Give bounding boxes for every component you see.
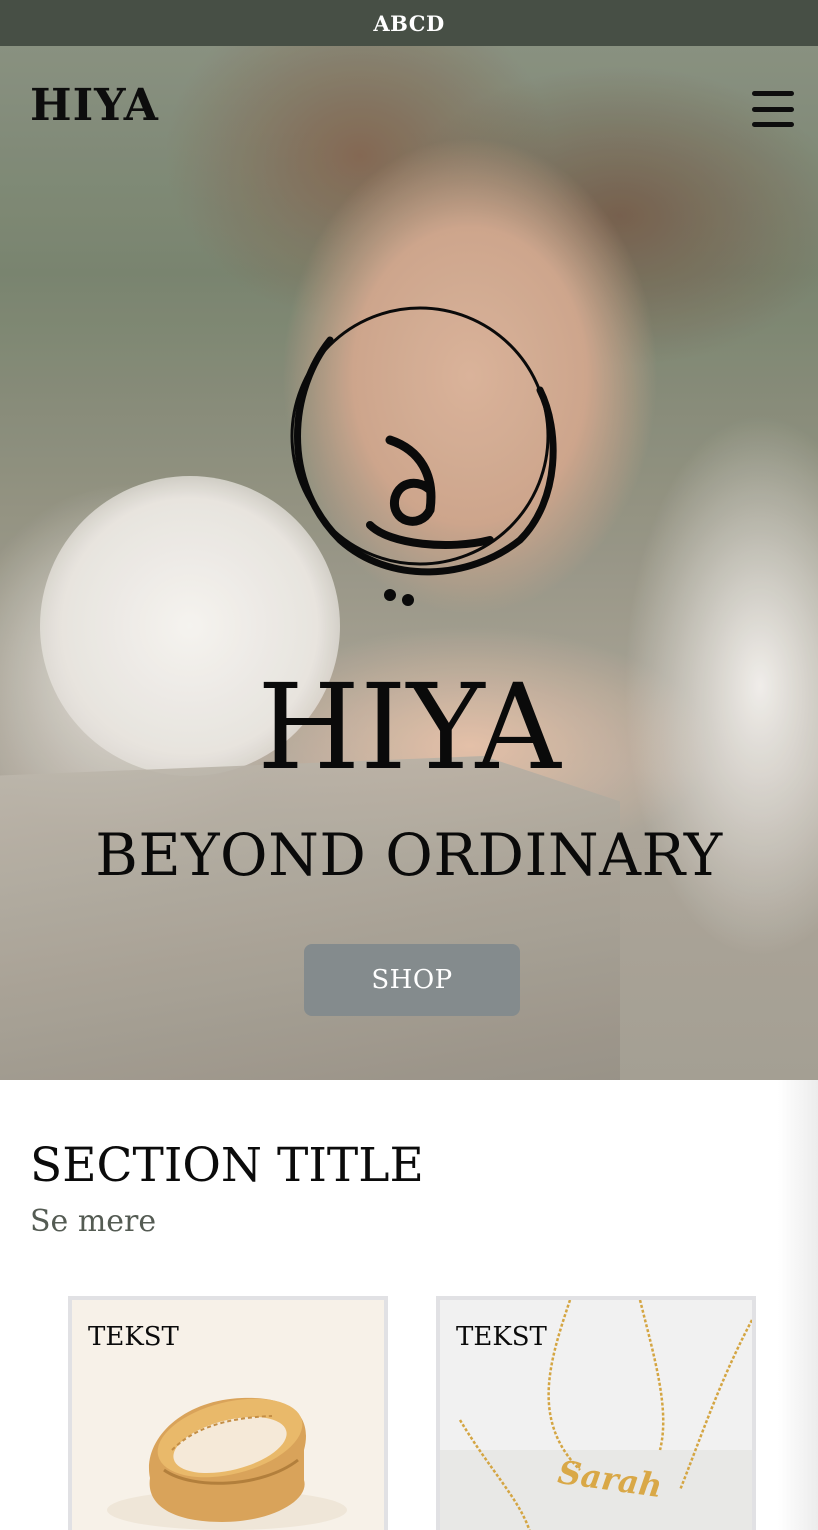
arabic-calligraphy-logo-icon (290, 306, 557, 606)
see-more-link[interactable]: Se mere (30, 1207, 156, 1237)
hero-tagline: BEYOND ORDINARY (95, 821, 723, 889)
product-label: TEKST (88, 1322, 179, 1352)
announcement-bar: ABCD (0, 0, 818, 46)
site-logo[interactable]: HIYA (30, 84, 159, 128)
shop-button[interactable]: SHOP (304, 944, 520, 1016)
product-card[interactable]: Sarah TEKST (436, 1296, 756, 1530)
hamburger-menu-icon[interactable] (750, 88, 796, 130)
product-label: TEKST (456, 1322, 547, 1352)
section-title: SECTION TITLE (30, 1138, 424, 1193)
announcement-text: ABCD (373, 10, 445, 36)
hero-title: HIYA (257, 658, 561, 796)
product-card[interactable]: TEKST (68, 1296, 388, 1530)
